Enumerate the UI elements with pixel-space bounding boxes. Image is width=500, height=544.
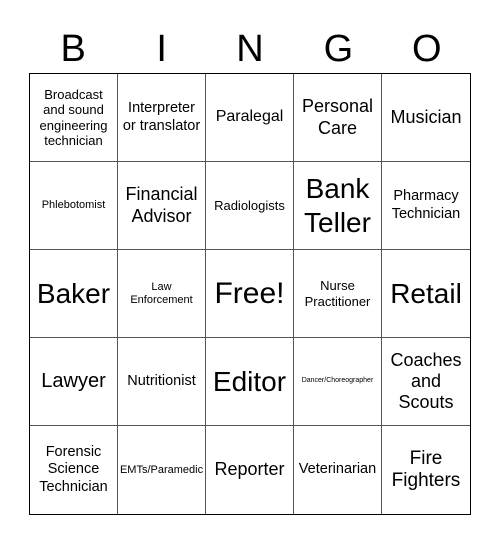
bingo-cell[interactable]: Nurse Practitioner bbox=[294, 250, 382, 338]
bingo-cell[interactable]: Radiologists bbox=[206, 162, 294, 250]
bingo-cell[interactable]: Fire Fighters bbox=[382, 426, 470, 514]
bingo-cell[interactable]: Interpreter or translator bbox=[118, 74, 206, 162]
header-letter-b: B bbox=[60, 28, 86, 70]
bingo-cell[interactable]: Law Enforcement bbox=[118, 250, 206, 338]
bingo-cell[interactable]: Broadcast and sound engineering technici… bbox=[30, 74, 118, 162]
header-letter-n: N bbox=[236, 28, 264, 70]
bingo-cell[interactable]: Coaches and Scouts bbox=[382, 338, 470, 426]
bingo-cell[interactable]: Financial Advisor bbox=[118, 162, 206, 250]
bingo-cell[interactable]: Lawyer bbox=[30, 338, 118, 426]
bingo-cell[interactable]: Paralegal bbox=[206, 74, 294, 162]
bingo-cell free-space[interactable]: Free! bbox=[206, 250, 294, 338]
header-letter-i: I bbox=[156, 28, 167, 70]
bingo-header: B I N G O bbox=[29, 26, 471, 72]
bingo-cell[interactable]: Dancer/Choreographer bbox=[294, 338, 382, 426]
bingo-cell[interactable]: Editor bbox=[206, 338, 294, 426]
bingo-cell[interactable]: Reporter bbox=[206, 426, 294, 514]
bingo-cell[interactable]: Pharmacy Technician bbox=[382, 162, 470, 250]
header-letter-g: G bbox=[323, 28, 354, 70]
bingo-cell[interactable]: EMTs/Paramedic bbox=[118, 426, 206, 514]
bingo-cell[interactable]: Phlebotomist bbox=[30, 162, 118, 250]
bingo-cell[interactable]: Baker bbox=[30, 250, 118, 338]
bingo-cell[interactable]: Personal Care bbox=[294, 74, 382, 162]
bingo-cell[interactable]: Musician bbox=[382, 74, 470, 162]
bingo-cell[interactable]: Forensic Science Technician bbox=[30, 426, 118, 514]
bingo-cell[interactable]: Veterinarian bbox=[294, 426, 382, 514]
bingo-cell[interactable]: Nutritionist bbox=[118, 338, 206, 426]
header-letter-o: O bbox=[412, 28, 442, 70]
bingo-card-grid: Broadcast and sound engineering technici… bbox=[29, 73, 471, 515]
bingo-cell[interactable]: Bank Teller bbox=[294, 162, 382, 250]
bingo-cell[interactable]: Retail bbox=[382, 250, 470, 338]
